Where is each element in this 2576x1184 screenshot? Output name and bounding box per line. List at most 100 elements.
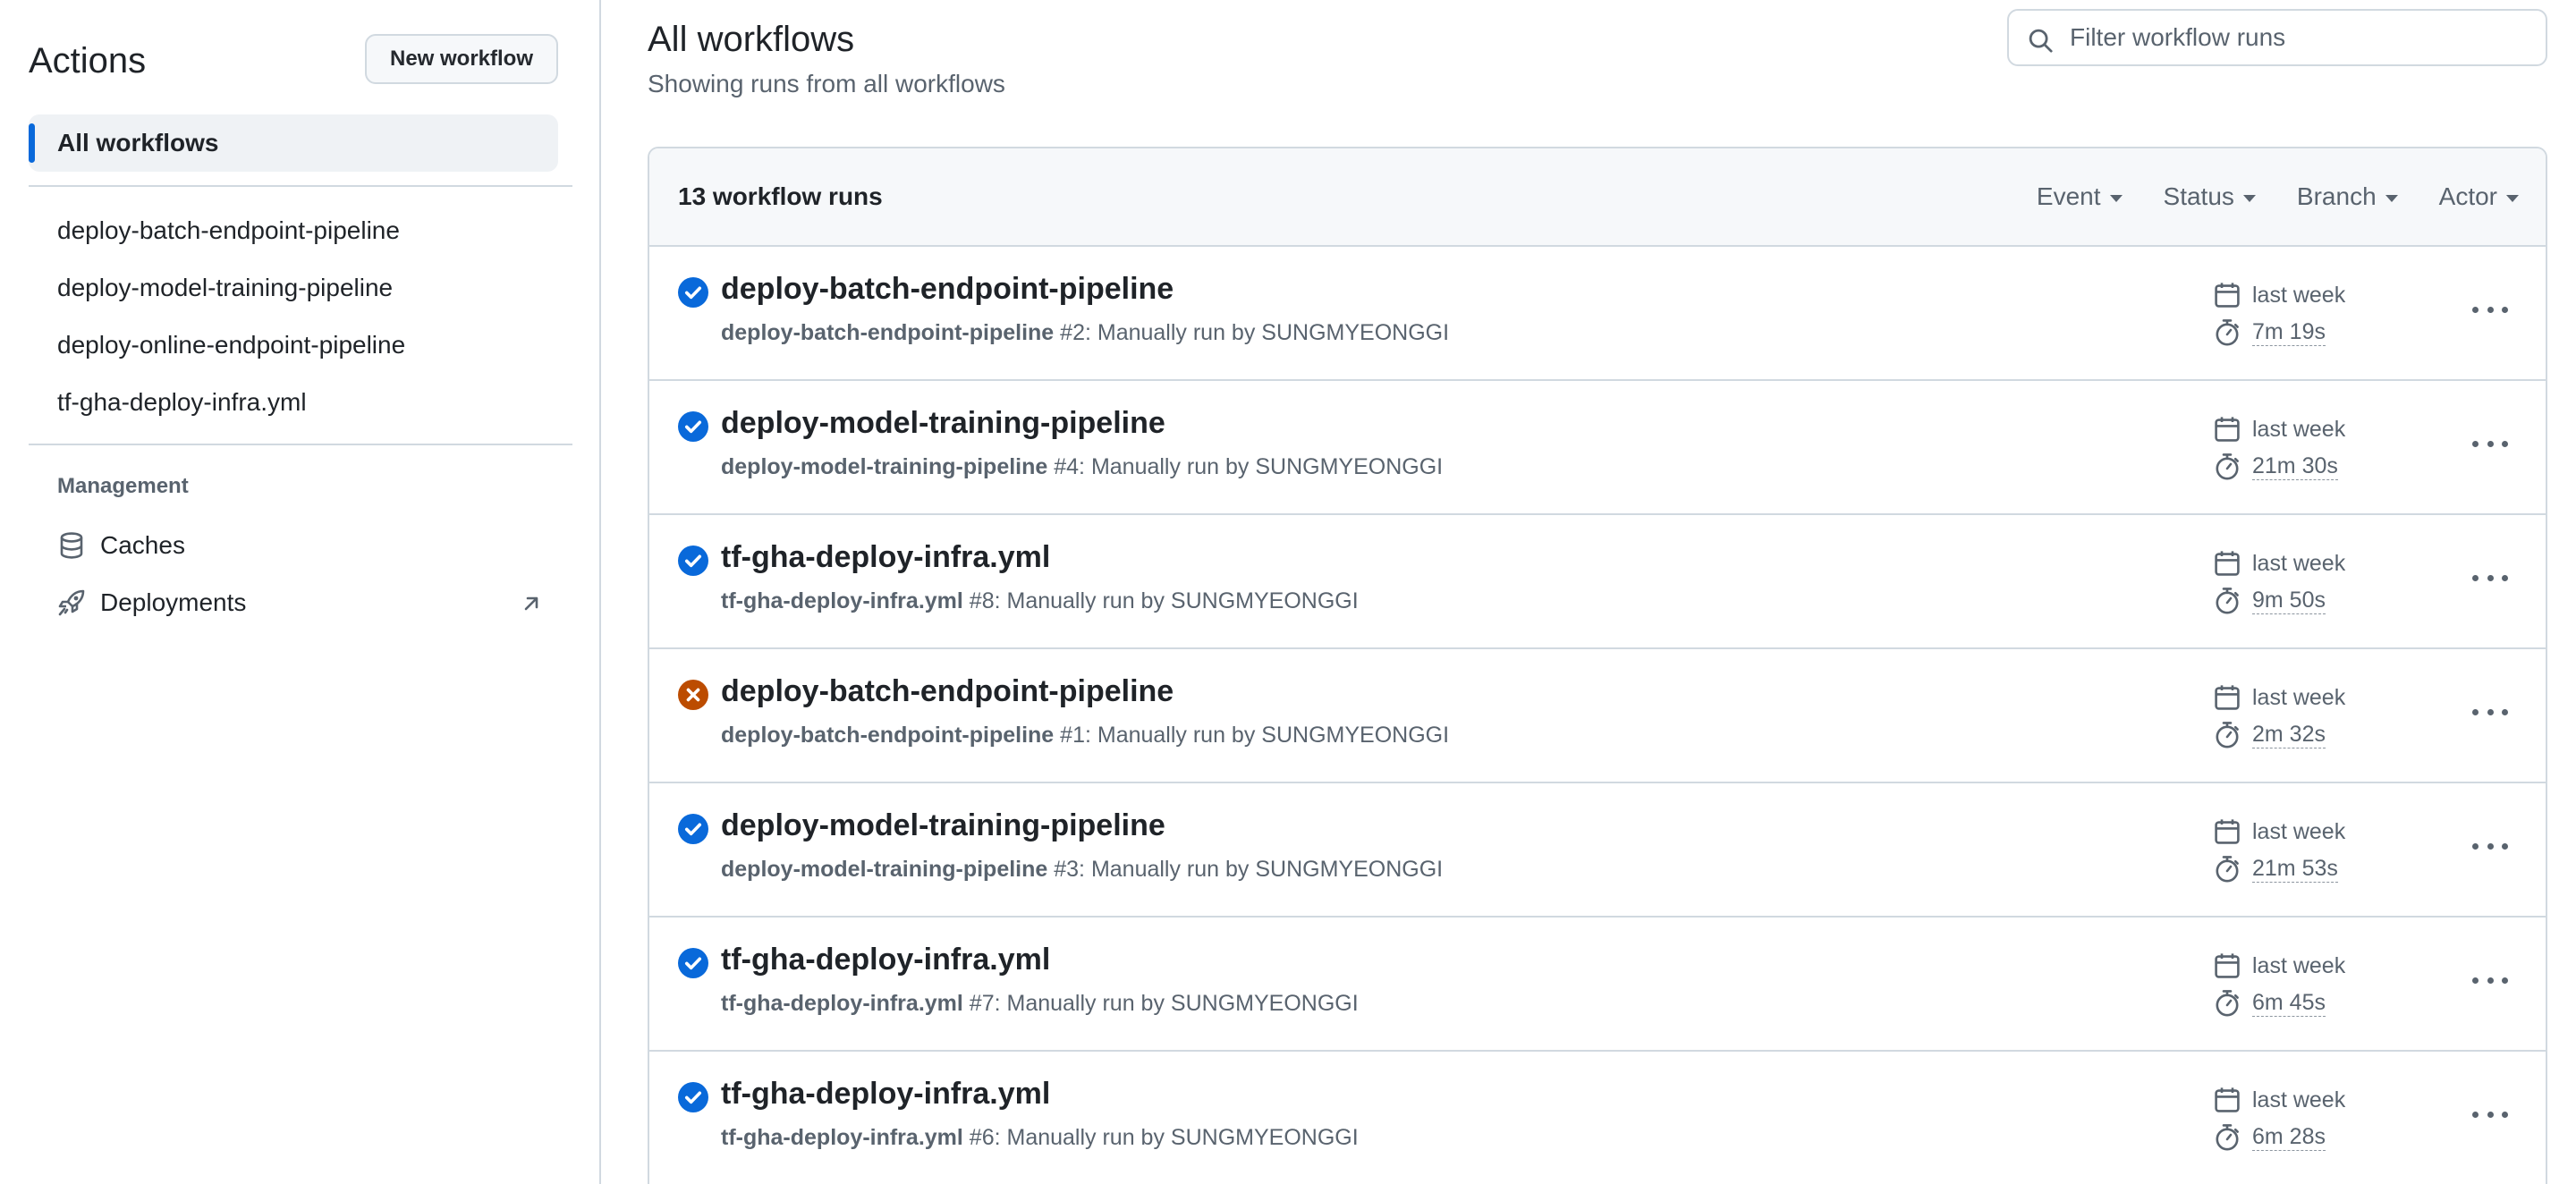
run-duration: 21m 30s <box>2213 452 2338 481</box>
calendar-icon <box>2215 819 2240 844</box>
run-workflow-name: deploy-batch-endpoint-pipeline <box>721 320 1055 345</box>
filter-label: Status <box>2163 182 2234 210</box>
run-title-link[interactable]: deploy-model-training-pipeline <box>721 406 1165 441</box>
caret-down-icon <box>2242 195 2256 202</box>
run-date-label: last week <box>2252 550 2346 576</box>
run-duration-label: 6m 45s <box>2252 990 2326 1017</box>
run-date-label: last week <box>2252 952 2346 978</box>
sidebar-item-all-workflows[interactable]: All workflows <box>29 114 558 172</box>
sidebar-item-label: Deployments <box>100 588 247 616</box>
stopwatch-icon <box>2216 453 2239 480</box>
run-title-link[interactable]: deploy-batch-endpoint-pipeline <box>721 272 1174 307</box>
arrow-up-right-icon <box>521 592 542 613</box>
sidebar-divider <box>29 185 572 187</box>
filter-runs-field[interactable] <box>2007 9 2547 66</box>
run-options-kebab-button[interactable] <box>2472 969 2508 991</box>
filter-runs-input[interactable] <box>2070 23 2546 52</box>
stopwatch-icon <box>2216 588 2239 614</box>
filter-label: Branch <box>2296 182 2377 210</box>
sidebar-item-deployments[interactable]: Deployments <box>29 574 558 631</box>
run-title-link[interactable]: deploy-model-training-pipeline <box>721 808 1165 843</box>
sidebar-item-workflow[interactable]: deploy-batch-endpoint-pipeline <box>29 202 558 259</box>
search-icon <box>2027 27 2054 54</box>
sidebar-item-label: Caches <box>100 531 185 559</box>
workflow-run-row[interactable]: tf-gha-deploy-infra.yml tf-gha-deploy-in… <box>649 918 2546 1052</box>
workflow-run-row[interactable]: deploy-model-training-pipeline deploy-mo… <box>649 381 2546 515</box>
workflow-run-row[interactable]: deploy-model-training-pipeline deploy-mo… <box>649 783 2546 918</box>
run-meta: deploy-batch-endpoint-pipeline #1: Manua… <box>721 723 1449 748</box>
workflow-run-row[interactable]: tf-gha-deploy-infra.yml tf-gha-deploy-in… <box>649 515 2546 649</box>
run-workflow-name: tf-gha-deploy-infra.yml <box>721 991 963 1016</box>
caret-down-icon <box>2506 195 2519 202</box>
run-options-kebab-button[interactable] <box>2472 567 2508 588</box>
sidebar-item-workflow[interactable]: deploy-model-training-pipeline <box>29 259 558 317</box>
workflow-run-row[interactable]: deploy-batch-endpoint-pipeline deploy-ba… <box>649 649 2546 783</box>
run-duration: 6m 28s <box>2213 1123 2326 1152</box>
runs-count: 13 workflow runs <box>678 182 883 210</box>
event-filter-dropdown[interactable]: Event <box>2024 182 2151 211</box>
run-date: last week <box>2213 817 2345 846</box>
run-options-kebab-button[interactable] <box>2472 433 2508 454</box>
run-duration-label: 21m 30s <box>2252 453 2338 480</box>
run-title-link[interactable]: tf-gha-deploy-infra.yml <box>721 1077 1050 1112</box>
run-workflow-name: deploy-model-training-pipeline <box>721 454 1048 479</box>
run-options-kebab-button[interactable] <box>2472 701 2508 723</box>
management-heading: Management <box>57 474 189 498</box>
run-meta: deploy-model-training-pipeline #4: Manua… <box>721 454 1443 480</box>
main-content: All workflows Showing runs from all work… <box>648 0 2547 1184</box>
rocket-icon <box>57 588 86 617</box>
page-title: All workflows <box>648 20 855 59</box>
sidebar-item-label: All workflows <box>57 129 219 156</box>
calendar-icon <box>2215 953 2240 978</box>
run-workflow-name: deploy-model-training-pipeline <box>721 857 1048 882</box>
new-workflow-button[interactable]: New workflow <box>365 34 558 84</box>
run-detail: #7: Manually run by SUNGMYEONGGI <box>962 991 1359 1016</box>
workflow-runs-panel: 13 workflow runs Event Status Branch Act… <box>648 147 2547 1184</box>
actor-filter-dropdown[interactable]: Actor <box>2427 182 2546 211</box>
workflow-list: deploy-batch-endpoint-pipeline deploy-mo… <box>29 202 558 431</box>
run-duration-label: 2m 32s <box>2252 722 2326 748</box>
sidebar-item-caches[interactable]: Caches <box>29 517 558 574</box>
stopwatch-icon <box>2216 1124 2239 1151</box>
run-workflow-name: tf-gha-deploy-infra.yml <box>721 1125 963 1150</box>
workflow-run-row[interactable]: deploy-batch-endpoint-pipeline deploy-ba… <box>649 247 2546 381</box>
run-title-link[interactable]: tf-gha-deploy-infra.yml <box>721 943 1050 977</box>
run-date-label: last week <box>2252 1087 2346 1112</box>
run-date-label: last week <box>2252 416 2346 442</box>
check-circle-icon <box>678 948 708 978</box>
workflow-run-row[interactable]: tf-gha-deploy-infra.yml tf-gha-deploy-in… <box>649 1052 2546 1184</box>
run-options-kebab-button[interactable] <box>2472 835 2508 857</box>
sidebar-item-workflow[interactable]: tf-gha-deploy-infra.yml <box>29 374 558 431</box>
check-circle-icon <box>678 814 708 844</box>
run-meta: deploy-model-training-pipeline #3: Manua… <box>721 857 1443 883</box>
run-options-kebab-button[interactable] <box>2472 299 2508 320</box>
run-title-link[interactable]: deploy-batch-endpoint-pipeline <box>721 674 1174 709</box>
run-date: last week <box>2213 1086 2345 1114</box>
run-options-kebab-button[interactable] <box>2472 1104 2508 1125</box>
filter-label: Actor <box>2438 182 2497 210</box>
run-duration: 6m 45s <box>2213 989 2326 1018</box>
caret-down-icon <box>2109 195 2123 202</box>
run-detail: #2: Manually run by SUNGMYEONGGI <box>1054 320 1450 345</box>
sidebar-item-workflow[interactable]: deploy-online-endpoint-pipeline <box>29 317 558 374</box>
run-duration: 9m 50s <box>2213 587 2326 615</box>
run-detail: #6: Manually run by SUNGMYEONGGI <box>962 1125 1359 1150</box>
calendar-icon <box>2215 1087 2240 1112</box>
branch-filter-dropdown[interactable]: Branch <box>2284 182 2427 211</box>
run-title-link[interactable]: tf-gha-deploy-infra.yml <box>721 540 1050 575</box>
run-date-label: last week <box>2252 818 2346 844</box>
run-detail: #1: Manually run by SUNGMYEONGGI <box>1054 723 1450 748</box>
run-duration: 21m 53s <box>2213 855 2338 884</box>
run-date-label: last week <box>2252 684 2346 710</box>
run-workflow-name: tf-gha-deploy-infra.yml <box>721 588 963 613</box>
sidebar-divider <box>29 444 572 445</box>
run-date: last week <box>2213 281 2345 309</box>
run-date: last week <box>2213 683 2345 712</box>
run-detail: #3: Manually run by SUNGMYEONGGI <box>1047 857 1444 882</box>
sidebar-title: Actions <box>29 41 147 80</box>
management-list: Caches Deployments <box>29 517 558 631</box>
run-duration-label: 9m 50s <box>2252 588 2326 614</box>
check-circle-icon <box>678 411 708 442</box>
status-filter-dropdown[interactable]: Status <box>2151 182 2284 211</box>
sidebar-header: Actions New workflow <box>29 34 558 88</box>
